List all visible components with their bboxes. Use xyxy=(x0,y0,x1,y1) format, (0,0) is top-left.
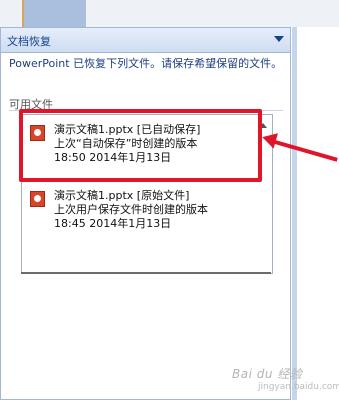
pane-header: 文档恢复 xyxy=(1,28,290,53)
powerpoint-file-icon xyxy=(30,191,45,207)
watermark-logo: Bai du 经验 xyxy=(232,367,303,381)
pane-title: 文档恢复 xyxy=(7,35,51,48)
background-edge xyxy=(292,27,297,400)
pane-options-dropdown-icon[interactable] xyxy=(274,36,284,42)
file-name: 演示文稿1.pptx [原始文件] xyxy=(54,189,190,202)
recovery-message: PowerPoint 已恢复下列文件。请保存希望保留的文件。 xyxy=(9,57,283,70)
watermark-url: jingyan.baidu.com xyxy=(258,382,339,392)
file-timestamp: 18:45 2014年1月13日 xyxy=(54,217,172,230)
background-slide-thumbnail xyxy=(22,0,86,27)
document-recovery-pane: 文档恢复 PowerPoint 已恢复下列文件。请保存希望保留的文件。 可用文件… xyxy=(0,27,291,400)
highlight-box xyxy=(19,109,262,182)
list-bottom-border xyxy=(21,272,271,274)
file-description: 上次用户保存文件时创建的版本 xyxy=(54,203,208,216)
file-info: 演示文稿1.pptx [原始文件] 上次用户保存文件时创建的版本 18:45 2… xyxy=(54,189,208,231)
